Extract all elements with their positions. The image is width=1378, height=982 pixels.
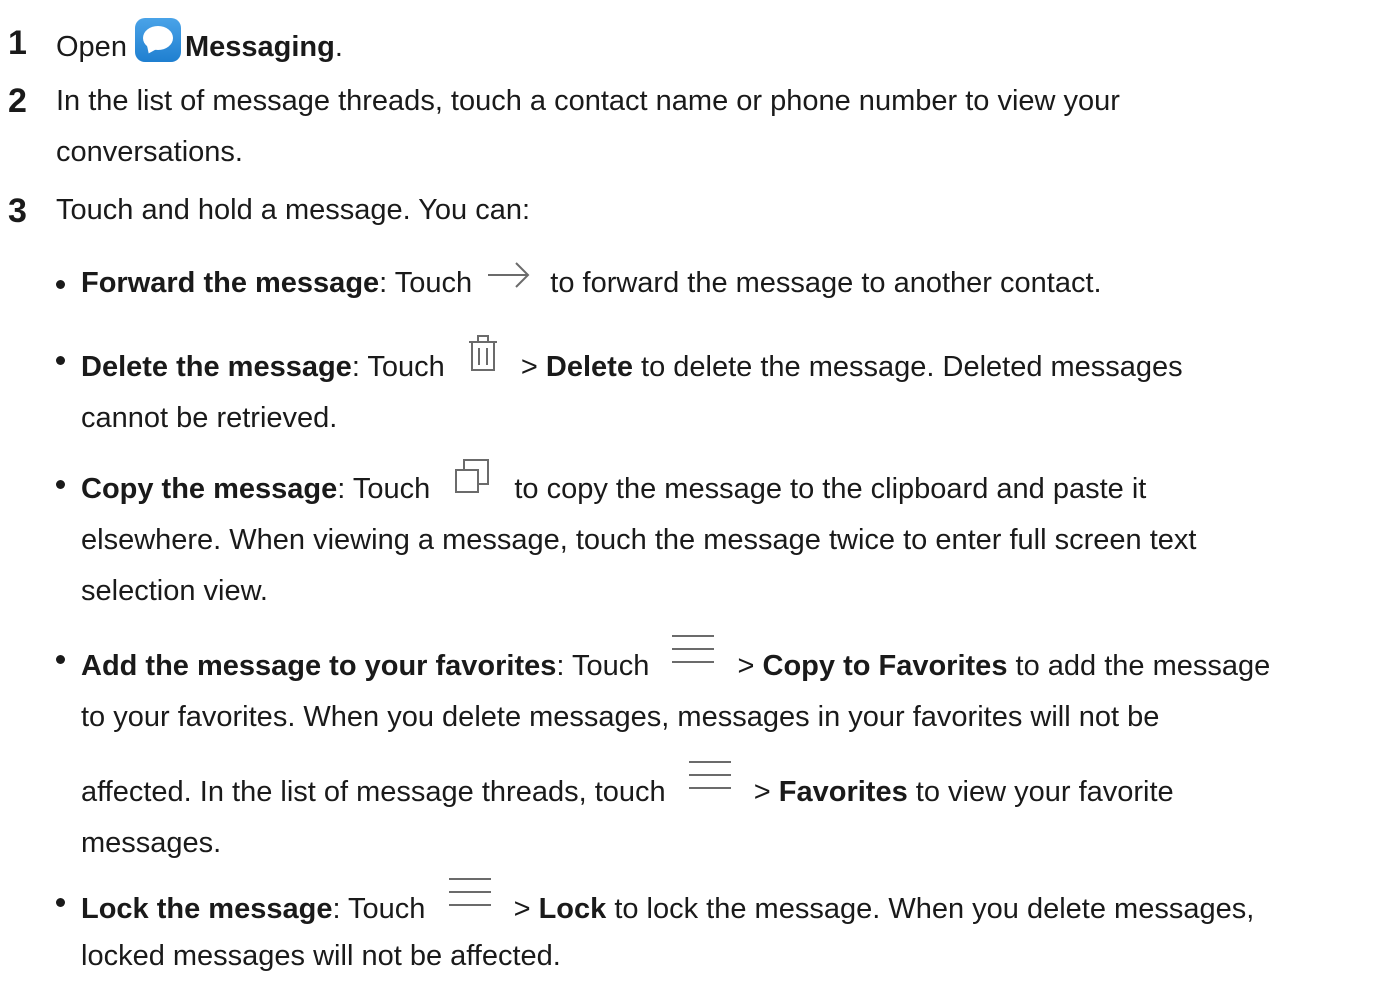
bullet-text-segment: to forward the message to another contac… xyxy=(550,267,1102,299)
action-copy-to-favorites: Copy to Favorites xyxy=(762,650,1008,682)
bullet-text-segment: to add the message xyxy=(1015,650,1271,682)
bullet-dot xyxy=(56,280,65,289)
bullet-text-segment: to view your favorite xyxy=(915,776,1174,808)
bullet-dot xyxy=(56,356,65,365)
step-text: Open Messaging. xyxy=(56,18,1368,73)
step-text-open: Open xyxy=(56,31,127,63)
bullet-text-segment: to copy the message to the clipboard and… xyxy=(514,473,1147,505)
step-number: 1 xyxy=(8,24,27,62)
separator: > xyxy=(520,351,538,383)
step-text: In the list of message threads, touch a … xyxy=(56,76,1368,178)
step-text: Touch and hold a message. You can: xyxy=(56,185,1368,236)
bullet-text-segment: : Touch xyxy=(351,351,445,383)
step-text-line: Touch and hold a message. You can: xyxy=(56,194,531,226)
separator: > xyxy=(753,776,771,808)
bullet-text: Delete the message: Touch > Delete to de… xyxy=(81,334,1374,444)
action-favorites: Favorites xyxy=(778,776,908,808)
bullet-text-line: messages. xyxy=(81,827,222,859)
action-delete: Delete xyxy=(545,351,633,383)
bullet-text: Lock the message: Touch > Lock to lock t… xyxy=(81,876,1374,982)
bullet-title: Copy the message xyxy=(81,473,338,505)
bullet-title: Forward the message xyxy=(81,267,380,299)
bullet-text-segment: : Touch xyxy=(379,267,473,299)
bullet-text-segment: to lock the message. When you delete mes… xyxy=(614,893,1255,925)
bullet-dot xyxy=(56,898,65,907)
bullet-dot xyxy=(56,655,65,664)
step-text-line: In the list of message threads, touch a … xyxy=(56,85,1120,117)
step-number: 3 xyxy=(8,192,27,230)
separator: > xyxy=(737,650,755,682)
bullet-text-line: elsewhere. When viewing a message, touch… xyxy=(81,524,1197,556)
trash-icon xyxy=(467,334,499,372)
menu-icon xyxy=(448,876,492,908)
bullet-text-line: selection view. xyxy=(81,575,268,607)
messaging-app-name: Messaging xyxy=(184,31,335,63)
step-text-period: . xyxy=(334,31,343,63)
separator: > xyxy=(513,893,531,925)
menu-icon xyxy=(688,759,732,791)
action-lock: Lock xyxy=(538,893,607,925)
bullet-title: Lock the message xyxy=(81,893,333,925)
bullet-text-segment: to delete the message. Deleted messages xyxy=(641,351,1183,383)
bullet-text-segment: : Touch xyxy=(332,893,426,925)
forward-arrow-icon xyxy=(486,260,532,290)
step-text-line: conversations. xyxy=(56,136,243,168)
bullet-text-segment: : Touch xyxy=(337,473,431,505)
bullet-title: Add the message to your favorites xyxy=(81,650,557,682)
menu-icon xyxy=(671,633,715,665)
bullet-title: Delete the message xyxy=(81,351,352,383)
step-number: 2 xyxy=(8,82,27,120)
bullet-text-segment: affected. In the list of message threads… xyxy=(81,776,666,808)
bullet-dot xyxy=(56,480,65,489)
bullet-text-segment: : Touch xyxy=(556,650,650,682)
messaging-app-icon xyxy=(134,18,181,62)
bullet-text: Add the message to your favorites: Touch… xyxy=(81,633,1374,869)
bullet-text-line: cannot be retrieved. xyxy=(81,402,338,434)
bullet-text: Copy the message: Touch to copy the mess… xyxy=(81,458,1374,617)
copy-icon xyxy=(454,458,490,494)
bullet-text-line: to your favorites. When you delete messa… xyxy=(81,701,1160,733)
bullet-text-line: locked messages will not be affected. xyxy=(81,940,561,972)
bullet-text: Forward the message: Touch to forward th… xyxy=(81,258,1374,309)
